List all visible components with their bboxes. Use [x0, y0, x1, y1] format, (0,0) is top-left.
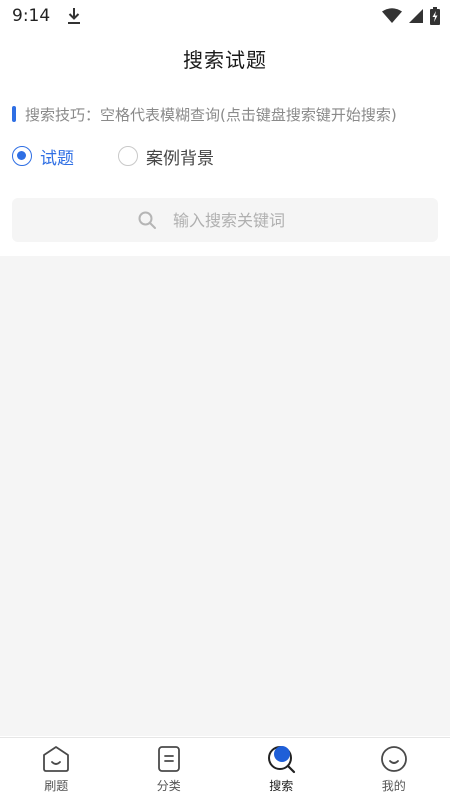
tip-accent-bar: [12, 106, 16, 122]
radio-label-case-background[interactable]: 案例背景: [146, 144, 214, 169]
radio-option-case-background[interactable]: 案例背景: [118, 144, 214, 169]
tab-label-category: 分类: [156, 779, 181, 793]
radio-checked-icon[interactable]: [12, 146, 32, 166]
tab-label-mine: 我的: [381, 779, 406, 793]
search-box[interactable]: [12, 198, 438, 242]
search-tip: 搜索技巧：空格代表模糊查询(点击键盘搜索键开始搜索): [12, 102, 397, 126]
status-bar: 9:14: [0, 0, 450, 32]
smiley-face-icon: [380, 746, 407, 772]
wifi-icon: [382, 8, 402, 23]
tab-search[interactable]: 搜索: [225, 738, 338, 800]
search-icon: [138, 211, 156, 229]
battery-charging-icon: [430, 7, 440, 25]
search-active-icon: [268, 746, 296, 774]
tab-practice[interactable]: 刷题: [0, 738, 113, 800]
tab-label-practice: 刷题: [44, 779, 69, 793]
search-results-area: [0, 256, 450, 736]
radio-label-questions[interactable]: 试题: [40, 144, 74, 169]
download-icon: [68, 8, 81, 24]
signal-icon: [409, 9, 423, 23]
tip-text: 搜索技巧：空格代表模糊查询(点击键盘搜索键开始搜索): [25, 105, 397, 124]
tab-category[interactable]: 分类: [113, 738, 226, 800]
page-title: 搜索试题: [183, 47, 267, 72]
tab-mine[interactable]: 我的: [338, 738, 450, 800]
title-bar: 搜索试题: [0, 32, 450, 84]
search-input[interactable]: [173, 210, 313, 230]
document-list-icon: [157, 746, 180, 772]
bottom-tab-bar: 刷题 分类 搜索 我的: [0, 737, 450, 800]
search-type-radio-group: 试题 案例背景: [12, 142, 214, 170]
radio-unchecked-icon[interactable]: [118, 146, 138, 166]
house-face-icon: [43, 746, 70, 772]
tab-label-search: 搜索: [269, 779, 294, 793]
status-icons: [382, 7, 440, 25]
status-time: 9:14: [12, 6, 51, 26]
radio-option-questions[interactable]: 试题: [12, 144, 74, 169]
